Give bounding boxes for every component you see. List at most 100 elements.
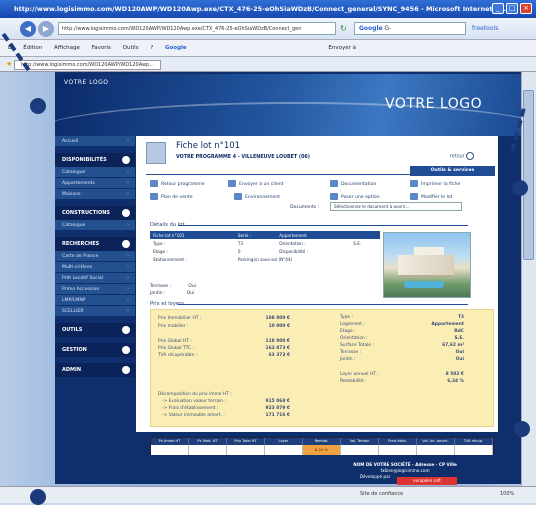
prix-value: 163 873 € bbox=[265, 346, 290, 351]
table-row: Type : T3 Orientation : S.E. bbox=[150, 239, 380, 247]
footer-dev-label: Développé par bbox=[359, 474, 391, 479]
summary-cell bbox=[417, 445, 455, 455]
chevron-right-icon: › bbox=[127, 286, 129, 292]
zoom-level[interactable]: 100% bbox=[500, 491, 514, 497]
search-input[interactable]: Google G- bbox=[354, 22, 466, 35]
summary-cell: 6,24 % bbox=[303, 445, 341, 455]
summary-header-cell: Val. Terrain bbox=[341, 438, 379, 445]
prix-label: Prix mobilier : bbox=[158, 324, 189, 329]
refresh-icon[interactable]: ↻ bbox=[340, 24, 347, 33]
developer-badge[interactable]: européen soft bbox=[397, 477, 457, 485]
retour-link[interactable]: retour bbox=[450, 152, 475, 160]
browser-tab[interactable]: http://www.logisimmo.com/WD120AWP/WD120A… bbox=[13, 60, 161, 70]
poser-option-button[interactable]: Poser une option bbox=[330, 193, 380, 200]
documents-label: Documents : bbox=[290, 205, 320, 210]
address-bar[interactable]: http://www.logisimmo.com/WD120AWP/WD120A… bbox=[58, 22, 336, 35]
summary-cell bbox=[189, 445, 227, 455]
search-engine-label: Google bbox=[359, 25, 383, 32]
environnement-button[interactable]: Environnement bbox=[234, 193, 280, 200]
minimize-button[interactable]: _ bbox=[492, 3, 504, 14]
menu-item-help[interactable]: ? bbox=[150, 45, 153, 51]
sidebar-section-14[interactable]: OUTILS bbox=[55, 323, 135, 337]
freetools-button[interactable]: freetools bbox=[472, 25, 498, 32]
prix-value: Appartement bbox=[431, 322, 464, 327]
prix-value: Oui bbox=[455, 350, 464, 355]
menu-item-favoris[interactable]: Favoris bbox=[92, 45, 111, 51]
prix-value: 67,62 m² bbox=[442, 343, 464, 348]
forward-button[interactable]: ▶ bbox=[38, 21, 54, 37]
prix-value: RdC bbox=[454, 329, 464, 334]
logo-small[interactable]: VOTRE LOGO bbox=[64, 79, 108, 86]
circle-bullet-icon bbox=[122, 156, 130, 164]
sidebar-item-13[interactable]: SCELLIER › bbox=[55, 306, 135, 317]
sidebar-item-4[interactable]: Maisons › bbox=[55, 189, 135, 200]
prix-value: 6,24 % bbox=[447, 379, 464, 384]
window-title-bar: http://www.logisimmo.com/WD120AWP/WD120A… bbox=[0, 0, 536, 18]
security-status[interactable]: Site de confiance bbox=[360, 491, 403, 497]
documents-select[interactable]: Sélectionnez le document à ouvrir... bbox=[330, 202, 462, 211]
sidebar-item-2[interactable]: Catalogue › bbox=[55, 167, 135, 178]
summary-cell bbox=[227, 445, 265, 455]
prix-label: Prix Immobilier HT : bbox=[158, 316, 202, 321]
circle-bullet-icon bbox=[122, 240, 130, 248]
printer-icon bbox=[410, 180, 418, 187]
summary-header-cell: Px Immo HT bbox=[151, 438, 189, 445]
sidebar-item-11[interactable]: Primo Accession › bbox=[55, 284, 135, 295]
edit-icon bbox=[410, 193, 418, 200]
option-icon bbox=[330, 193, 338, 200]
maximize-button[interactable]: □ bbox=[506, 3, 518, 14]
menu-item-affichage[interactable]: Affichage bbox=[54, 45, 80, 51]
building-icon bbox=[146, 142, 166, 164]
envoyer-button[interactable]: Envoyer à bbox=[328, 45, 356, 51]
retour-programme-button[interactable]: Retour programme bbox=[150, 180, 205, 187]
sidebar-item-10[interactable]: Prêt Locatif Social › bbox=[55, 273, 135, 284]
annotation-dot bbox=[30, 98, 46, 114]
chevron-right-icon: › bbox=[127, 264, 129, 270]
chevron-right-icon: › bbox=[127, 297, 129, 303]
sidebar-section-15[interactable]: GESTION bbox=[55, 343, 135, 357]
modifier-lot-button[interactable]: Modifier le lot bbox=[410, 193, 453, 200]
sidebar-item-8[interactable]: Carte de France › bbox=[55, 251, 135, 262]
menu-item-outils[interactable]: Outils bbox=[123, 45, 139, 51]
sidebar-section-7[interactable]: RECHERCHES bbox=[55, 237, 135, 251]
chevron-right-icon: › bbox=[127, 191, 129, 197]
property-photo[interactable] bbox=[383, 232, 471, 298]
prix-label: Prix Global HT : bbox=[158, 339, 192, 344]
details-divider bbox=[178, 225, 468, 226]
prix-divider bbox=[178, 304, 468, 305]
envoyer-client-button[interactable]: Envoyer à un client bbox=[228, 180, 283, 187]
sidebar-section-5[interactable]: CONSTRUCTIONS bbox=[55, 206, 135, 220]
chevron-right-icon: › bbox=[127, 180, 129, 186]
sidebar-item-12[interactable]: LMP/LMNP › bbox=[55, 295, 135, 306]
prix-label: -> Valeur immeuble amort. : bbox=[162, 413, 225, 418]
favorites-star-icon[interactable]: ★ bbox=[6, 60, 12, 68]
logo-large[interactable]: VOTRE LOGO bbox=[385, 96, 482, 112]
prix-value: Oui bbox=[455, 357, 464, 362]
sidebar-item-0[interactable]: Accueil › bbox=[55, 136, 135, 147]
summary-cell bbox=[379, 445, 417, 455]
sidebar-section-1[interactable]: DISPONIBILITÉS bbox=[55, 153, 135, 167]
menu-item-edition[interactable]: Édition bbox=[23, 45, 42, 51]
back-arrow-icon bbox=[466, 152, 475, 160]
plan-vente-button[interactable]: Plan de vente bbox=[150, 193, 193, 200]
close-button[interactable]: × bbox=[520, 3, 532, 14]
summary-header-cell: Loyer bbox=[265, 438, 303, 445]
summary-cell bbox=[265, 445, 303, 455]
documentation-button[interactable]: Documentation bbox=[330, 180, 376, 187]
google-toolbar[interactable]: Google bbox=[165, 45, 187, 51]
summary-header-cell: Px Mob. HT bbox=[189, 438, 227, 445]
prix-value: 171 716 € bbox=[265, 413, 290, 418]
sidebar-item-9[interactable]: Multi-critères › bbox=[55, 262, 135, 273]
window-controls: _ □ × bbox=[490, 3, 532, 14]
sidebar-item-3[interactable]: Appartements › bbox=[55, 178, 135, 189]
scrollbar-thumb[interactable] bbox=[523, 90, 534, 260]
sidebar-item-6[interactable]: Catalogue › bbox=[55, 220, 135, 231]
imprimer-button[interactable]: Imprimer la fiche bbox=[410, 180, 460, 187]
summary-header-cell: Rentab. bbox=[303, 438, 341, 445]
sidebar-section-16[interactable]: ADMIN bbox=[55, 363, 135, 377]
summary-header-cell: Frais étab. bbox=[379, 438, 417, 445]
details-table: Fiche lot n°101 Serie : Appartement Type :… bbox=[150, 231, 380, 263]
back-button[interactable]: ◀ bbox=[20, 21, 36, 37]
menu-bar: E Édition Affichage Favoris Outils ? Goo… bbox=[0, 40, 536, 57]
prix-label: Surface Totale : bbox=[340, 343, 374, 348]
